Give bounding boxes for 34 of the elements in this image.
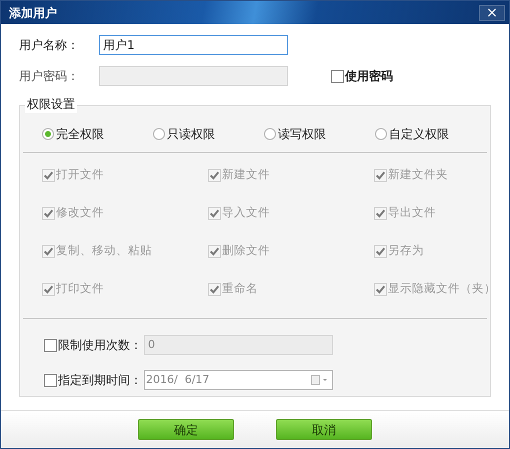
checkbox-label: 修改文件 (56, 204, 104, 222)
window-title: 添加用户 (9, 4, 57, 22)
radio-label: 完全权限 (56, 126, 104, 143)
checkbox-label: 另存为 (388, 242, 424, 260)
dialog-button[interactable]: 确定 (138, 419, 234, 440)
checkbox-label: 导出文件 (388, 204, 436, 222)
checkbox-label: 重命名 (222, 280, 258, 298)
checkbox-label: 指定到期时间： (58, 372, 142, 389)
username-field[interactable]: 用户1 (99, 35, 288, 55)
date-picker[interactable]: 2016/ 6/17 (144, 370, 333, 390)
checkbox-label: 新建文件 (222, 166, 270, 184)
checkbox-label: 导入文件 (222, 204, 270, 222)
checkbox[interactable] (44, 338, 57, 352)
checkbox-label: 显示隐藏文件（夹） (388, 280, 496, 298)
radio-label: 读写权限 (278, 126, 326, 143)
checkbox-label: 新建文件夹 (388, 166, 448, 184)
radio-button[interactable] (375, 128, 387, 140)
checkbox-label: 打印文件 (56, 280, 104, 298)
checkbox[interactable] (44, 374, 57, 386)
radio-button[interactable] (264, 128, 276, 140)
field-label: 用户密码： (19, 68, 80, 85)
radio-label: 只读权限 (167, 126, 215, 143)
radio-label: 自定义权限 (389, 126, 449, 143)
radio-button[interactable] (42, 128, 54, 140)
checkbox-label: 删除文件 (222, 242, 270, 260)
group-title: 权限设置 (25, 95, 77, 113)
field-label: 用户名称： (19, 37, 80, 54)
checkbox-label: 复制、移动、粘贴 (56, 242, 152, 260)
checkbox-label: 打开文件 (56, 166, 104, 184)
radio-button[interactable] (153, 128, 165, 140)
dialog-button[interactable]: 取消 (276, 419, 372, 440)
checkbox-label: 使用密码 (345, 68, 393, 85)
close-button[interactable]: × (479, 4, 505, 20)
checkbox-label: 限制使用次数： (58, 337, 142, 354)
